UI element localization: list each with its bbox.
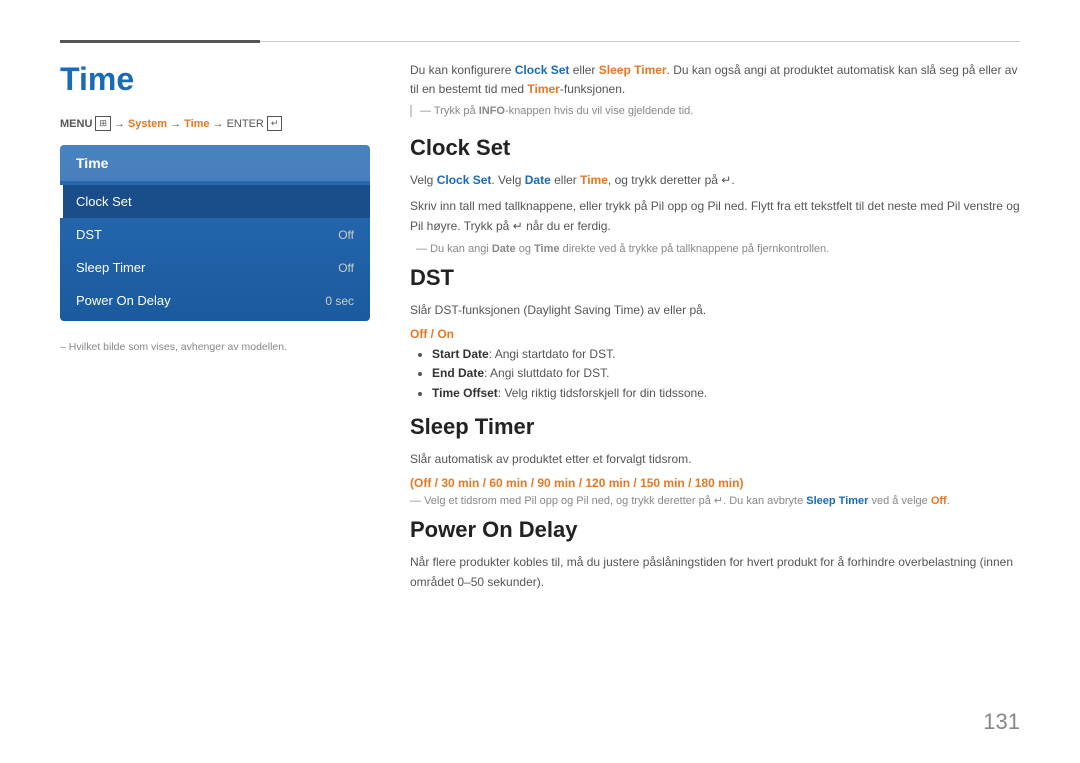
tv-menu-item-value: Off — [338, 228, 354, 242]
sleep-timer-body: Slår automatisk av produktet etter et fo… — [410, 450, 1020, 470]
tv-menu-title: Time — [60, 145, 370, 181]
dst-bullet-end-date: End Date: Angi sluttdato for DST. — [432, 364, 1020, 384]
enter-icon: ↵ — [267, 116, 283, 131]
content-area: Time MENU ⊞ → System → Time → ENTER ↵ Ti… — [60, 61, 1020, 733]
date-link: Date — [525, 173, 551, 187]
time-link: Time — [580, 173, 608, 187]
clock-set-note: Du kan angi Date og Time direkte ved å t… — [410, 243, 1020, 255]
clock-set-body1: Velg Clock Set. Velg Date eller Time, og… — [410, 171, 1020, 191]
tv-menu-item-dst[interactable]: DST Off — [60, 218, 370, 251]
tv-menu-item-label: Sleep Timer — [76, 260, 145, 275]
intro-sleep-timer-link: Sleep Timer — [599, 63, 667, 77]
off-note-link: Off — [931, 495, 947, 507]
arrow-3: → — [213, 118, 224, 130]
menu-icon: ⊞ — [95, 116, 111, 131]
section-title-clock-set: Clock Set — [410, 135, 1020, 161]
start-date-label: Start Date — [432, 347, 489, 361]
enter-icon-sleep: ↵ — [714, 495, 723, 507]
page: Time MENU ⊞ → System → Time → ENTER ↵ Ti… — [0, 0, 1080, 763]
dst-bullet-list: Start Date: Angi startdato for DST. End … — [410, 345, 1020, 404]
tv-menu-item-clock-set[interactable]: Clock Set — [60, 185, 370, 218]
dst-bullet-time-offset: Time Offset: Velg riktig tidsforskjell f… — [432, 384, 1020, 404]
page-title: Time — [60, 61, 370, 98]
right-column: Du kan konfigurere Clock Set eller Sleep… — [410, 61, 1020, 733]
dst-body: Slår DST-funksjonen (Daylight Saving Tim… — [410, 301, 1020, 321]
time-note-link: Time — [534, 243, 559, 255]
top-divider — [60, 40, 1020, 43]
arrow-1: → — [114, 118, 125, 130]
menu-word: MENU — [60, 118, 92, 130]
section-title-dst: DST — [410, 265, 1020, 291]
tv-menu-item-label: DST — [76, 227, 102, 242]
dst-bullet-start-date: Start Date: Angi startdato for DST. — [432, 345, 1020, 365]
arrow-2: → — [170, 118, 181, 130]
menu-time: Time — [184, 118, 209, 130]
divider-dark — [60, 40, 260, 43]
sleep-timer-tip: Velg et tidsrom med Pil opp og Pil ned, … — [410, 494, 1020, 507]
intro-clock-set-link: Clock Set — [515, 63, 570, 77]
intro-paragraph: Du kan konfigurere Clock Set eller Sleep… — [410, 61, 1020, 99]
enter-icon-inline2: ↵ — [513, 219, 523, 233]
tv-menu-item-label: Power On Delay — [76, 293, 171, 308]
clock-set-link: Clock Set — [437, 173, 492, 187]
intro-tip: Trykk på INFO-knappen hvis du vil vise g… — [410, 105, 1020, 117]
left-column: Time MENU ⊞ → System → Time → ENTER ↵ Ti… — [60, 61, 370, 733]
section-title-sleep-timer: Sleep Timer — [410, 414, 1020, 440]
tv-menu-item-label: Clock Set — [76, 194, 132, 209]
menu-path: MENU ⊞ → System → Time → ENTER ↵ — [60, 116, 370, 131]
date-note-link: Date — [492, 243, 516, 255]
tv-menu-panel: Time Clock Set DST Off Sleep Timer Off — [60, 145, 370, 321]
time-offset-label: Time Offset — [432, 386, 498, 400]
tv-menu-item-value: Off — [338, 261, 354, 275]
left-footnote: – Hvilket bilde som vises, avhenger av m… — [60, 341, 370, 353]
divider-light — [260, 41, 1020, 42]
enter-icon-inline: ↵ — [721, 173, 731, 187]
menu-system: System — [128, 118, 167, 130]
tv-menu-item-power-on-delay[interactable]: Power On Delay 0 sec — [60, 284, 370, 317]
menu-enter-label: ENTER — [227, 118, 264, 130]
tv-menu-items: Clock Set DST Off Sleep Timer Off Power … — [60, 181, 370, 321]
end-date-label: End Date — [432, 366, 484, 380]
sleep-timer-options: (Off / 30 min / 60 min / 90 min / 120 mi… — [410, 476, 1020, 490]
power-on-delay-body: Når flere produkter kobles til, må du ju… — [410, 553, 1020, 593]
sleep-timer-note-link: Sleep Timer — [806, 495, 868, 507]
section-title-power-on-delay: Power On Delay — [410, 517, 1020, 543]
intro-timer-link: Timer — [527, 82, 559, 96]
clock-set-body2: Skriv inn tall med tallknappene, eller t… — [410, 197, 1020, 237]
tv-menu-item-value: 0 sec — [325, 294, 354, 308]
tv-menu-item-sleep-timer[interactable]: Sleep Timer Off — [60, 251, 370, 284]
dst-options: Off / On — [410, 327, 1020, 341]
page-number: 131 — [983, 709, 1020, 735]
